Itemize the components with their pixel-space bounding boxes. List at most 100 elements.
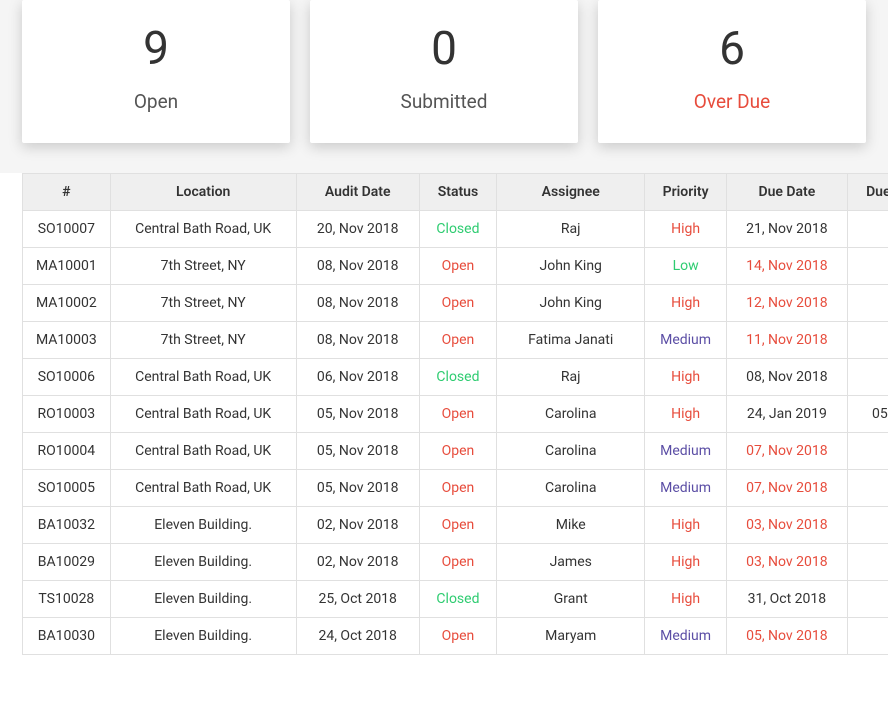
cell-priority: Medium — [645, 322, 726, 359]
table-row[interactable]: RO10003Central Bath Road, UK05, Nov 2018… — [23, 396, 888, 433]
cell-location: Eleven Building. — [110, 507, 296, 544]
cell-priority: High — [645, 544, 726, 581]
table-row[interactable]: MA100037th Street, NY08, Nov 2018OpenFat… — [23, 322, 888, 359]
cell-assignee: Mike — [497, 507, 645, 544]
cell-due-date: 05, Nov 2018 — [726, 618, 847, 655]
cell-assignee: Raj — [497, 211, 645, 248]
col-header-due-date[interactable]: Due Date — [726, 174, 847, 211]
cell-priority: High — [645, 507, 726, 544]
cell-priority: High — [645, 211, 726, 248]
cell-location: Central Bath Road, UK — [110, 396, 296, 433]
cell-location: Central Bath Road, UK — [110, 211, 296, 248]
col-header-assignee[interactable]: Assignee — [497, 174, 645, 211]
cell-due-date: 03, Nov 2018 — [726, 544, 847, 581]
cell-priority: High — [645, 359, 726, 396]
cell-assignee: John King — [497, 248, 645, 285]
cell-status: Open — [419, 618, 496, 655]
summary-cards-row: 9 Open 0 Submitted 6 Over Due — [0, 0, 888, 173]
table-row[interactable]: BA10029Eleven Building.02, Nov 2018OpenJ… — [23, 544, 888, 581]
cell-status: Closed — [419, 359, 496, 396]
table-row[interactable]: BA10032Eleven Building.02, Nov 2018OpenM… — [23, 507, 888, 544]
cell-status: Open — [419, 285, 496, 322]
table-row[interactable]: SO10007Central Bath Road, UK20, Nov 2018… — [23, 211, 888, 248]
cell-audit-date: 25, Oct 2018 — [296, 581, 419, 618]
table-row[interactable]: TS10028Eleven Building.25, Oct 2018Close… — [23, 581, 888, 618]
cell-priority: Medium — [645, 618, 726, 655]
cell-due-date2: 05, Feb — [847, 396, 888, 433]
cell-due-date2 — [847, 618, 888, 655]
col-header-status[interactable]: Status — [419, 174, 496, 211]
cell-assignee: Carolina — [497, 433, 645, 470]
cell-audit-date: 06, Nov 2018 — [296, 359, 419, 396]
cell-audit-date: 05, Nov 2018 — [296, 470, 419, 507]
cell-due-date2 — [847, 507, 888, 544]
cell-id: RO10004 — [23, 433, 111, 470]
cell-location: Central Bath Road, UK — [110, 359, 296, 396]
card-submitted-number: 0 — [320, 26, 568, 72]
col-header-due-date2[interactable]: Due Date — [847, 174, 888, 211]
cell-location: Eleven Building. — [110, 544, 296, 581]
cell-id: BA10030 — [23, 618, 111, 655]
col-header-id[interactable]: # — [23, 174, 111, 211]
cell-due-date2 — [847, 285, 888, 322]
cell-priority: Medium — [645, 470, 726, 507]
col-header-audit-date[interactable]: Audit Date — [296, 174, 419, 211]
cell-assignee: John King — [497, 285, 645, 322]
card-overdue-number: 6 — [608, 26, 856, 72]
cell-due-date2 — [847, 248, 888, 285]
cell-status: Open — [419, 507, 496, 544]
cell-due-date2 — [847, 470, 888, 507]
table-row[interactable]: MA100027th Street, NY08, Nov 2018OpenJoh… — [23, 285, 888, 322]
card-overdue-label: Over Due — [608, 90, 856, 113]
cell-assignee: James — [497, 544, 645, 581]
table-row[interactable]: SO10005Central Bath Road, UK05, Nov 2018… — [23, 470, 888, 507]
cell-assignee: Raj — [497, 359, 645, 396]
col-header-location[interactable]: Location — [110, 174, 296, 211]
cell-location: Eleven Building. — [110, 618, 296, 655]
cell-audit-date: 02, Nov 2018 — [296, 544, 419, 581]
cell-id: BA10032 — [23, 507, 111, 544]
cell-status: Open — [419, 248, 496, 285]
card-open-number: 9 — [32, 26, 280, 72]
cell-due-date: 08, Nov 2018 — [726, 359, 847, 396]
cell-audit-date: 02, Nov 2018 — [296, 507, 419, 544]
cell-due-date: 21, Nov 2018 — [726, 211, 847, 248]
cell-assignee: Grant — [497, 581, 645, 618]
cell-assignee: Maryam — [497, 618, 645, 655]
cell-priority: High — [645, 581, 726, 618]
cell-assignee: Fatima Janati — [497, 322, 645, 359]
cell-due-date: 03, Nov 2018 — [726, 507, 847, 544]
cell-status: Open — [419, 396, 496, 433]
cell-status: Open — [419, 544, 496, 581]
table-row[interactable]: SO10006Central Bath Road, UK06, Nov 2018… — [23, 359, 888, 396]
audit-table-wrap[interactable]: # Location Audit Date Status Assignee Pr… — [0, 173, 888, 665]
cell-status: Closed — [419, 581, 496, 618]
table-row[interactable]: BA10030Eleven Building.24, Oct 2018OpenM… — [23, 618, 888, 655]
cell-id: MA10002 — [23, 285, 111, 322]
cell-audit-date: 08, Nov 2018 — [296, 322, 419, 359]
cell-status: Open — [419, 470, 496, 507]
cell-due-date2 — [847, 322, 888, 359]
cell-due-date2 — [847, 581, 888, 618]
card-open[interactable]: 9 Open — [22, 0, 290, 143]
cell-due-date: 31, Oct 2018 — [726, 581, 847, 618]
cell-priority: High — [645, 396, 726, 433]
table-row[interactable]: RO10004Central Bath Road, UK05, Nov 2018… — [23, 433, 888, 470]
cell-audit-date: 08, Nov 2018 — [296, 248, 419, 285]
card-overdue[interactable]: 6 Over Due — [598, 0, 866, 143]
card-submitted-label: Submitted — [320, 90, 568, 113]
cell-id: BA10029 — [23, 544, 111, 581]
cell-due-date: 07, Nov 2018 — [726, 433, 847, 470]
table-row[interactable]: MA100017th Street, NY08, Nov 2018OpenJoh… — [23, 248, 888, 285]
cell-id: MA10001 — [23, 248, 111, 285]
cell-assignee: Carolina — [497, 470, 645, 507]
cell-status: Open — [419, 433, 496, 470]
card-submitted[interactable]: 0 Submitted — [310, 0, 578, 143]
cell-due-date2 — [847, 211, 888, 248]
cell-id: SO10005 — [23, 470, 111, 507]
card-open-label: Open — [32, 90, 280, 113]
col-header-priority[interactable]: Priority — [645, 174, 726, 211]
cell-audit-date: 05, Nov 2018 — [296, 396, 419, 433]
cell-audit-date: 20, Nov 2018 — [296, 211, 419, 248]
cell-assignee: Carolina — [497, 396, 645, 433]
